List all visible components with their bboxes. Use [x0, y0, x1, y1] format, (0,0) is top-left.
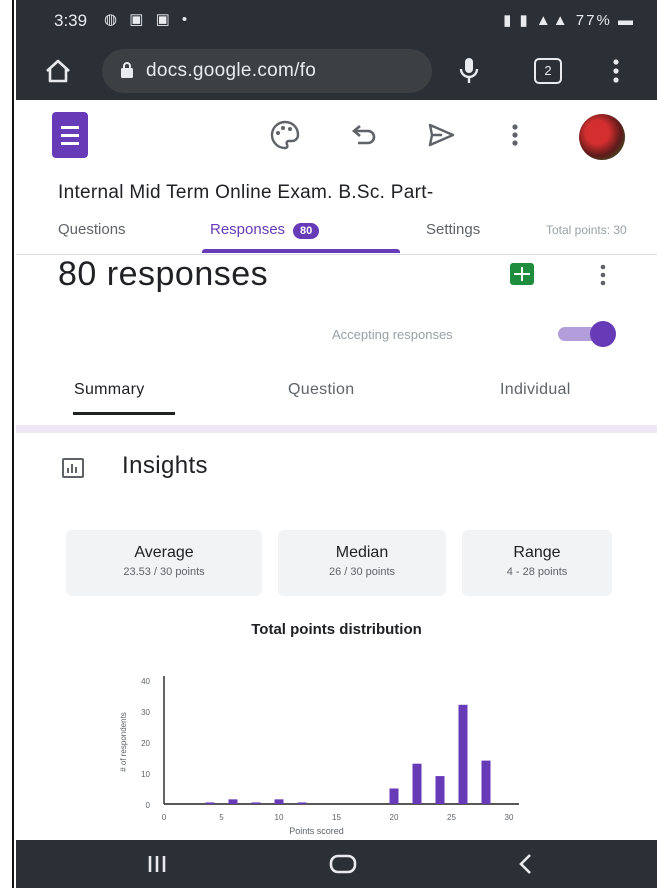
x-tick-label: 15 — [332, 813, 341, 822]
points-distribution-chart: 0 10 20 30 40 0 5 10 15 20 25 30 Points scored # of r… — [119, 676, 519, 836]
tab-responses-label: Responses — [210, 221, 286, 238]
y-tick-label: 10 — [141, 770, 150, 779]
form-tabs: Questions Responses 80 Settings Total poi… — [16, 215, 657, 255]
histogram-bar — [251, 802, 261, 804]
responses-count-badge: 80 — [293, 223, 320, 239]
tab-settings-label: Settings — [426, 221, 481, 238]
palette-icon[interactable] — [268, 118, 302, 152]
x-tick-label: 5 — [219, 813, 224, 822]
tab-responses[interactable]: Responses 80 — [210, 221, 320, 239]
y-tick-label: 0 — [146, 801, 151, 810]
stat-median-label: Median — [335, 544, 389, 561]
stat-range-value: 4 - 28 points — [506, 566, 568, 578]
section-divider — [16, 425, 657, 433]
x-tick-label: 10 — [275, 813, 284, 822]
stat-average-value: 23.53 / 30 points — [123, 566, 205, 578]
responses-count: 80 responses — [58, 255, 269, 293]
stat-average: Average 23.53 / 30 points — [66, 530, 262, 596]
stat-range-label: Range — [513, 544, 561, 561]
stat-average-label: Average — [134, 544, 194, 561]
active-subtab-indicator — [73, 412, 175, 415]
histogram-bar — [205, 802, 215, 804]
x-tick-label: 0 — [162, 813, 167, 822]
status-bar: 3:39 ◍ ▣ ▣ • ▮ ▮ ▲▲ 77% ▬ — [16, 0, 657, 42]
back-icon[interactable] — [516, 852, 536, 876]
recent-apps-icon[interactable] — [146, 852, 168, 876]
undo-icon[interactable] — [346, 118, 380, 152]
total-points: Total points: 30 — [546, 223, 627, 237]
status-right: ▮ ▮ ▲▲ 77% ▬ — [503, 11, 635, 29]
notification-icons: ◍ ▣ ▣ • — [104, 11, 192, 28]
responses-card: 80 responses Accepting responses Summary… — [16, 255, 657, 425]
histogram-bar — [274, 799, 284, 804]
responses-more-icon[interactable] — [600, 263, 606, 287]
y-tick-label: 40 — [141, 677, 150, 686]
subtab-individual[interactable]: Individual — [500, 381, 571, 399]
x-tick-label: 20 — [390, 813, 399, 822]
accepting-responses-toggle[interactable] — [558, 321, 620, 347]
histogram-bar — [412, 763, 422, 804]
x-axis-label: Points scored — [289, 826, 344, 836]
y-axis-label: # of respondents — [119, 712, 128, 772]
subtab-summary[interactable]: Summary — [74, 381, 145, 399]
battery-level: 77% — [575, 12, 612, 29]
home-button-icon[interactable] — [328, 852, 358, 876]
url-text: docs.google.com/fo — [146, 60, 317, 81]
android-nav-bar — [16, 840, 657, 888]
send-icon[interactable] — [424, 118, 458, 152]
y-tick-label: 20 — [141, 739, 150, 748]
histogram-bar — [458, 704, 468, 804]
status-time: 3:39 — [54, 11, 88, 30]
tabs-count-icon[interactable]: 2 — [534, 58, 562, 84]
browser-toolbar: docs.google.com/fo 2 — [16, 42, 657, 100]
battery-icon: ▬ — [611, 12, 635, 29]
home-icon[interactable] — [44, 58, 72, 84]
google-sheets-icon[interactable] — [510, 263, 534, 285]
mic-icon[interactable] — [458, 56, 480, 86]
histogram-bar — [297, 802, 307, 804]
x-tick-label: 30 — [505, 813, 514, 822]
signal-icon: ▮ ▮ ▲▲ — [503, 12, 576, 29]
browser-more-icon[interactable] — [612, 56, 620, 86]
x-tick-label: 25 — [447, 813, 456, 822]
lock-icon — [121, 62, 133, 78]
histogram-bar — [389, 788, 399, 804]
stat-median: Median 26 / 30 points — [278, 530, 446, 596]
address-bar[interactable]: docs.google.com/fo — [102, 49, 432, 93]
tab-settings[interactable]: Settings — [426, 221, 480, 238]
stat-median-value: 26 / 30 points — [328, 566, 396, 578]
y-tick-label: 30 — [141, 708, 150, 717]
insights-title: Insights — [122, 452, 208, 479]
stat-range: Range 4 - 28 points — [462, 530, 612, 596]
subtab-question[interactable]: Question — [288, 381, 354, 399]
insights-icon — [62, 458, 84, 478]
google-forms-logo[interactable] — [52, 112, 88, 158]
phone-screen: 3:39 ◍ ▣ ▣ • ▮ ▮ ▲▲ 77% ▬ docs.google.co… — [16, 0, 657, 888]
histogram-bar — [481, 760, 491, 804]
histogram-bar — [228, 799, 238, 804]
more-options-icon[interactable] — [510, 118, 520, 152]
forms-app-bar — [16, 100, 657, 170]
profile-avatar[interactable] — [579, 114, 625, 160]
active-tab-indicator — [202, 249, 400, 253]
accepting-responses-label: Accepting responses — [332, 327, 453, 342]
chart-title: Total points distribution — [251, 621, 422, 638]
form-title: Internal Mid Term Online Exam. B.Sc. Par… — [58, 182, 434, 203]
tab-questions-label: Questions — [58, 221, 126, 238]
histogram-bar — [435, 776, 445, 804]
screenshot-border — [0, 0, 14, 888]
tab-questions[interactable]: Questions — [58, 221, 126, 238]
